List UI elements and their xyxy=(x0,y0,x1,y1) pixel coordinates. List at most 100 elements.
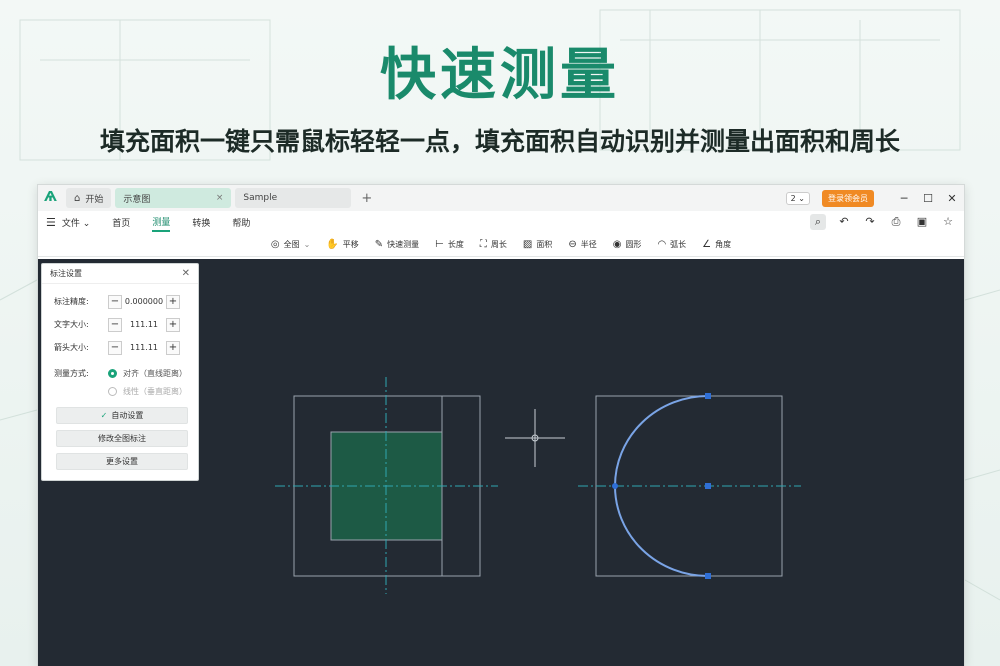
method-row-linear: 线性（垂直距离） xyxy=(42,383,198,399)
hero-subtitle: 填充面积一键只需鼠标轻轻一点，填充面积自动识别并测量出面积和周长 xyxy=(99,127,900,156)
arrow-size-value[interactable]: 111.11 xyxy=(122,343,166,352)
circle-icon: ◉ xyxy=(612,239,622,250)
tool-label: 周长 xyxy=(490,240,507,249)
crosshair-cursor-icon xyxy=(505,409,565,467)
auto-settings-label: 自动设置 xyxy=(111,411,144,420)
tool-radius[interactable]: ⊖ 半径 xyxy=(568,239,596,250)
tool-label: 角度 xyxy=(715,240,732,249)
new-tab-icon[interactable]: + xyxy=(361,191,372,206)
method-label: 测量方式: xyxy=(54,368,89,378)
hamburger-icon[interactable]: ☰ xyxy=(46,216,56,229)
panel-header: 标注设置 ✕ xyxy=(42,264,198,284)
annotation-settings-panel: 标注设置 ✕ 标注精度: − 0.000000 + 文字大小: − 111.11… xyxy=(41,263,199,481)
print-icon[interactable]: ⎙ xyxy=(888,214,904,230)
tool-perimeter[interactable]: ⛶ 周长 xyxy=(480,239,507,250)
hand-icon: ✋ xyxy=(326,239,339,250)
tool-arc[interactable]: ◠ 弧长 xyxy=(657,239,686,250)
arc-grip-top[interactable] xyxy=(705,393,711,399)
precision-row: 标注精度: − 0.000000 + xyxy=(42,290,198,313)
minus-icon[interactable]: − xyxy=(108,340,122,355)
perimeter-icon: ⛶ xyxy=(479,239,487,250)
tool-fit-all[interactable]: ◎ 全图 ⌄ xyxy=(271,239,310,250)
minus-icon[interactable]: − xyxy=(108,317,122,332)
area-icon: ▨ xyxy=(522,239,533,250)
maximize-icon[interactable]: ☐ xyxy=(916,192,940,205)
menu-home[interactable]: 首页 xyxy=(112,214,130,231)
text-size-row: 文字大小: − 111.11 + xyxy=(42,313,198,336)
title-bar: Ѧ ⌂ 开始 示意图 × Sample + 2 ⌄ 登录领会员 ─ ☐ ✕ xyxy=(38,185,964,211)
auto-settings-button[interactable]: ✓ 自动设置 xyxy=(56,407,188,424)
tool-label: 平移 xyxy=(342,240,359,249)
page-select-value: 2 xyxy=(790,193,796,203)
tool-label: 全图 xyxy=(283,240,300,249)
app-window: Ѧ ⌂ 开始 示意图 × Sample + 2 ⌄ 登录领会员 ─ ☐ ✕ ☰ … xyxy=(37,184,965,666)
minus-icon[interactable]: − xyxy=(108,294,122,309)
radio-linear[interactable] xyxy=(108,386,117,396)
redo-icon[interactable]: ↷ xyxy=(862,214,878,230)
tab-diagram[interactable]: 示意图 × xyxy=(115,188,232,208)
tab-label: 示意图 xyxy=(123,194,151,205)
vip-login-button[interactable]: 登录领会员 xyxy=(822,189,874,207)
tab-label: 开始 xyxy=(85,194,104,205)
tool-length[interactable]: ⊢ 长度 xyxy=(435,239,464,250)
more-settings-button[interactable]: 更多设置 xyxy=(56,453,188,470)
arc-grip-center[interactable] xyxy=(705,483,711,489)
undo-icon[interactable]: ↶ xyxy=(836,214,852,230)
radio-linear-label: 线性（垂直距离） xyxy=(123,386,187,396)
length-icon: ⊢ xyxy=(435,239,444,250)
text-size-value[interactable]: 111.11 xyxy=(122,320,166,329)
app-logo-icon: Ѧ xyxy=(44,190,57,205)
arc-icon: ◠ xyxy=(657,239,667,250)
precision-label: 标注精度: xyxy=(54,297,89,306)
tool-circle[interactable]: ◉ 圆形 xyxy=(613,239,642,250)
search-icon[interactable]: ⌕ xyxy=(810,214,826,230)
tool-label: 长度 xyxy=(447,240,464,249)
tool-quick-measure[interactable]: ✎ 快速测量 xyxy=(375,239,419,250)
method-row: 测量方式: 对齐（直线距离） xyxy=(42,363,198,383)
plus-icon[interactable]: + xyxy=(166,294,180,309)
close-icon[interactable]: ✕ xyxy=(940,192,964,205)
arc-grip-bottom[interactable] xyxy=(705,573,711,579)
menu-help[interactable]: 帮助 xyxy=(232,214,250,231)
panel-title: 标注设置 xyxy=(50,269,82,278)
tab-label: Sample xyxy=(243,193,278,203)
tool-label: 弧长 xyxy=(670,240,687,249)
save-icon[interactable]: ▣ xyxy=(914,214,930,230)
menu-measure[interactable]: 测量 xyxy=(152,213,171,232)
menu-bar: ☰ 文件 ⌄ 首页 测量 转换 帮助 ⌕ ↶ ↷ ⎙ ▣ ☆ xyxy=(38,211,964,233)
menu-file[interactable]: 文件 ⌄ xyxy=(62,214,90,231)
tab-start[interactable]: ⌂ 开始 xyxy=(66,188,112,208)
tool-area[interactable]: ▨ 面积 xyxy=(523,239,552,250)
arrow-size-row: 箭头大小: − 111.11 + xyxy=(42,336,198,359)
arrow-size-label: 箭头大小: xyxy=(54,343,89,352)
tab-sample[interactable]: Sample xyxy=(235,188,352,208)
menu-convert[interactable]: 转换 xyxy=(192,214,210,231)
menu-file-label: 文件 xyxy=(61,218,80,229)
arc-grip-mid[interactable] xyxy=(612,483,618,489)
drawing-canvas[interactable]: 标注设置 ✕ 标注精度: − 0.000000 + 文字大小: − 111.11… xyxy=(38,259,964,666)
fit-all-icon: ◎ xyxy=(270,239,280,250)
home-icon: ⌂ xyxy=(74,192,81,204)
radio-aligned-label: 对齐（直线距离） xyxy=(123,368,187,378)
close-icon[interactable]: ✕ xyxy=(182,268,190,279)
radius-icon: ⊖ xyxy=(568,239,577,250)
plus-icon[interactable]: + xyxy=(166,317,180,332)
check-icon: ✓ xyxy=(100,411,108,420)
tool-label: 半径 xyxy=(580,240,597,249)
tool-label: 快速测量 xyxy=(387,240,420,249)
angle-icon: ∠ xyxy=(702,239,712,250)
minimize-icon[interactable]: ─ xyxy=(892,192,916,205)
precision-value[interactable]: 0.000000 xyxy=(122,297,166,306)
chevron-down-icon[interactable]: ⌄ xyxy=(304,240,311,249)
tool-label: 面积 xyxy=(536,240,553,249)
tool-angle[interactable]: ∠ 角度 xyxy=(702,239,731,250)
radio-aligned[interactable] xyxy=(108,368,117,378)
measure-toolbar: ◎ 全图 ⌄ ✋ 平移 ✎ 快速测量 ⊢ 长度 ⛶ 周长 ▨ 面积 ⊖ 半径 ◉ 圆形 ◠ 弧长 ∠… xyxy=(38,233,964,257)
modify-all-annotations-button[interactable]: 修改全图标注 xyxy=(56,430,188,447)
star-icon[interactable]: ☆ xyxy=(940,214,956,230)
tool-pan[interactable]: ✋ 平移 xyxy=(326,239,358,250)
plus-icon[interactable]: + xyxy=(166,340,180,355)
page-select[interactable]: 2 ⌄ xyxy=(785,191,810,205)
close-tab-icon[interactable]: × xyxy=(216,193,224,203)
quick-measure-icon: ✎ xyxy=(374,239,384,250)
